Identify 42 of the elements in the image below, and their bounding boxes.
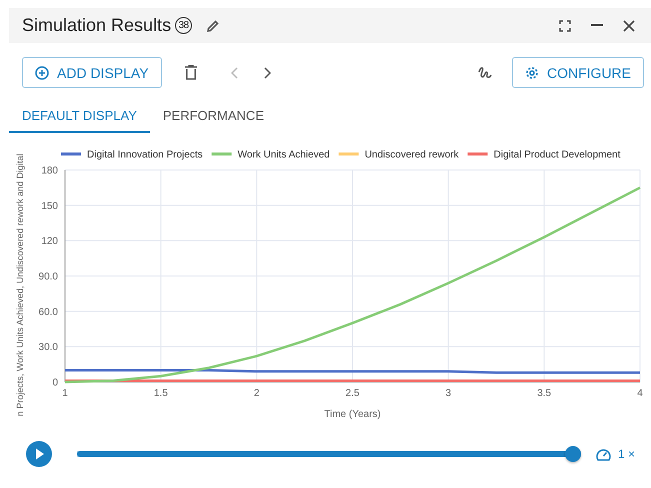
axis-tick-label: 4 (637, 388, 643, 399)
legend-item[interactable]: Undiscovered rework (338, 150, 459, 160)
close-icon[interactable] (623, 20, 635, 32)
legend-item[interactable]: Digital Innovation Projects (61, 150, 203, 160)
axis-tick-label: 180 (41, 166, 58, 176)
axis-tick-label: 2.5 (346, 388, 360, 399)
speedometer-icon[interactable] (596, 448, 611, 460)
tab[interactable]: PERFORMANCE (150, 102, 277, 133)
legend-label: Digital Innovation Projects (87, 150, 203, 160)
axis-tick-label: 120 (41, 236, 58, 248)
axis-tick-label: 3 (446, 388, 452, 399)
axis-tick-label: 1 (62, 388, 68, 399)
axis-title: n Projects, Work Units Achieved, Undiscovered rework and Digital (15, 154, 25, 416)
add-display-button[interactable]: ADD DISPLAY (22, 57, 162, 88)
count-badge: 38 (175, 17, 192, 34)
axis-tick-label: 1.5 (154, 388, 168, 399)
fullscreen-icon[interactable] (559, 20, 571, 32)
axis-tick-label: 30.0 (38, 342, 58, 354)
axis-tick-label: 2 (254, 388, 260, 399)
configure-button[interactable]: CONFIGURE (512, 57, 644, 88)
minimize-icon[interactable] (591, 24, 603, 27)
speed-label[interactable]: 1 × (618, 447, 636, 461)
legend-label: Undiscovered rework (364, 150, 460, 160)
axis-tick-label: 90.0 (38, 272, 58, 282)
trash-icon[interactable] (184, 65, 197, 80)
axis-tick-label: 3.5 (537, 388, 552, 399)
gear-icon (525, 66, 539, 80)
axis-title: Time (Years) (324, 409, 381, 420)
tab[interactable]: DEFAULT DISPLAY (9, 102, 150, 133)
legend-label: Digital Product Development (494, 150, 621, 160)
window-title: Simulation Results (22, 15, 172, 36)
axis-tick-label: 0 (52, 378, 58, 388)
plus-circle-icon (35, 66, 49, 80)
axis-tick-label: 150 (41, 200, 58, 212)
play-button[interactable] (26, 441, 52, 467)
legend-item[interactable]: Digital Product Development (468, 150, 620, 160)
squiggle-icon[interactable] (478, 66, 492, 80)
legend-item[interactable]: Work Units Achieved (212, 150, 330, 160)
pencil-icon[interactable] (206, 18, 220, 32)
axis-tick-label: 60.0 (38, 306, 58, 318)
legend-label: Work Units Achieved (238, 150, 330, 160)
next-icon[interactable] (264, 66, 271, 78)
